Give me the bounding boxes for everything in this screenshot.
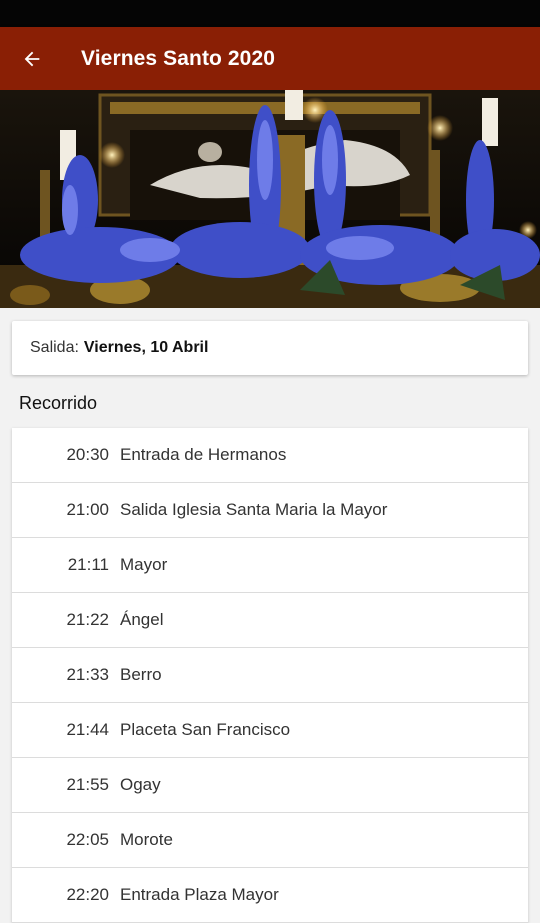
route-place: Placeta San Francisco (120, 720, 291, 739)
route-row[interactable]: 22:20 Entrada Plaza Mayor (12, 868, 528, 923)
procession-float-image (0, 90, 540, 308)
route-place: Ogay (120, 775, 161, 794)
procession-image (0, 90, 540, 308)
route-row[interactable]: 21:55 Ogay (12, 758, 528, 813)
salida-card: Salida: Viernes, 10 Abril (12, 321, 528, 375)
route-place: Morote (120, 830, 173, 849)
route-place: Mayor (120, 555, 168, 574)
route-row[interactable]: 21:22 Ángel (12, 593, 528, 648)
route-place: Salida Iglesia Santa Maria la Mayor (120, 500, 388, 519)
route-place: Entrada de Hermanos (120, 445, 287, 464)
page-title: Viernes Santo 2020 (81, 46, 276, 70)
route-time: 21:11 (67, 555, 109, 574)
route-place: Berro (120, 665, 162, 684)
salida-label: Salida: (30, 339, 79, 356)
route-time: 21:44 (66, 720, 109, 739)
route-row[interactable]: 20:30 Entrada de Hermanos (12, 428, 528, 483)
route-time: 21:00 (66, 500, 109, 519)
route-row[interactable]: 22:05 Morote (12, 813, 528, 868)
route-time: 22:20 (66, 885, 109, 904)
route-place: Ángel (120, 610, 164, 629)
route-time: 21:22 (66, 610, 109, 629)
route-time: 22:05 (66, 830, 109, 849)
route-row[interactable]: 21:00 Salida Iglesia Santa Maria la Mayo… (12, 483, 528, 538)
salida-value: Viernes, 10 Abril (83, 339, 209, 356)
route-time: 21:55 (66, 775, 109, 794)
app-bar: Viernes Santo 2020 (0, 27, 540, 90)
back-button[interactable] (0, 27, 64, 90)
route-list: 20:30 Entrada de Hermanos 21:00 Salida I… (12, 428, 528, 923)
route-place: Entrada Plaza Mayor (120, 885, 279, 904)
route-time: 20:30 (66, 445, 109, 464)
recorrido-title: Recorrido (19, 393, 98, 413)
arrow-left-icon (24, 51, 40, 66)
route-row[interactable]: 21:11 Mayor (12, 538, 528, 593)
route-row[interactable]: 21:44 Placeta San Francisco (12, 703, 528, 758)
route-row[interactable]: 21:33 Berro (12, 648, 528, 703)
route-time: 21:33 (66, 665, 109, 684)
status-bar (0, 0, 540, 27)
